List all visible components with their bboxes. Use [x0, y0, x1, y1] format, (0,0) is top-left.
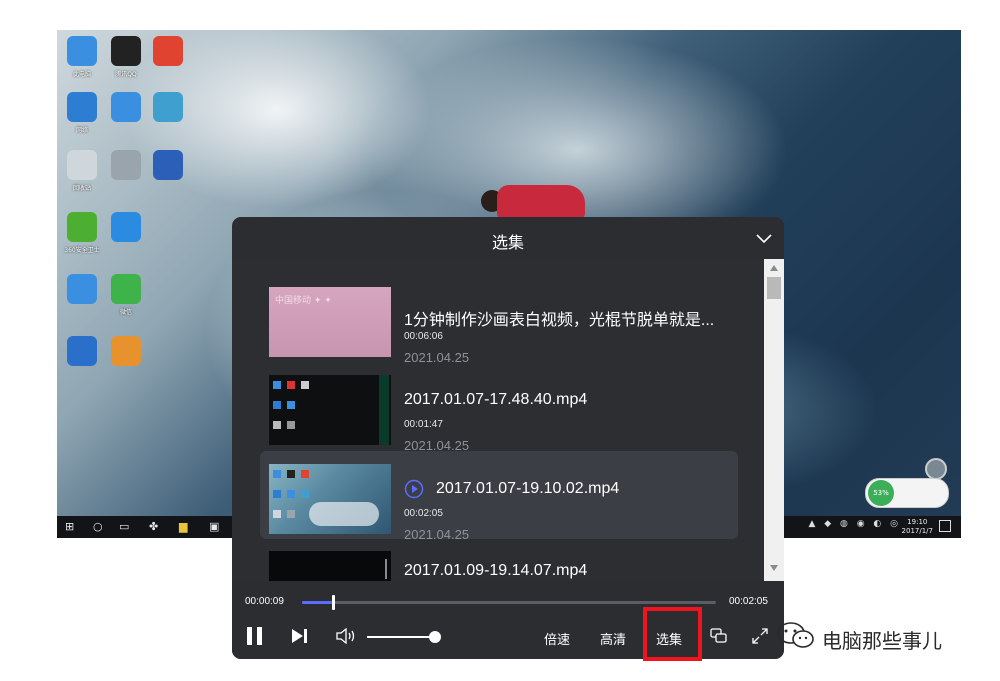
desktop-icon[interactable]: 微信: [104, 274, 148, 316]
desktop-icon[interactable]: 回收站: [60, 150, 104, 192]
pause-icon[interactable]: [246, 627, 264, 645]
desktop-icon-label: 360安全卫士: [64, 247, 100, 254]
desktop-icon[interactable]: 腾讯QQ: [104, 36, 148, 78]
speed-widget: 53%: [865, 478, 949, 508]
seek-bar[interactable]: [302, 595, 716, 610]
system-tray[interactable]: ▲ ◆ ◍ ◉ ◐ ◎: [808, 519, 901, 529]
app-icon: [67, 36, 97, 66]
desktop-icon[interactable]: [146, 150, 190, 183]
scroll-down-arrow-icon[interactable]: [769, 564, 779, 572]
desktop-icon-label: 回收站: [72, 185, 91, 192]
app-icon: [67, 336, 97, 366]
task-view-icon[interactable]: ▭: [119, 520, 129, 533]
episode-duration: 00:01:47: [404, 419, 443, 430]
current-time: 00:00:09: [245, 596, 284, 607]
total-time: 00:02:05: [729, 596, 768, 607]
app-icon: [67, 274, 97, 304]
episode-list[interactable]: 中国移动 ✦ ✦ 1分钟制作沙画表白视频，光棍节脱单就是... 00:06:06…: [232, 259, 784, 581]
fullscreen-icon[interactable]: [752, 628, 768, 644]
episode-title: 2017.01.07-19.10.02.mp4: [436, 480, 620, 497]
episode-thumbnail: 中国移动 ✦ ✦: [269, 287, 391, 357]
volume-slider[interactable]: [367, 631, 441, 643]
desktop-icon[interactable]: [146, 36, 190, 69]
scroll-thumb[interactable]: [767, 277, 781, 299]
chevron-down-icon[interactable]: [756, 232, 772, 244]
windows-start-icon[interactable]: ⊞: [65, 520, 74, 533]
episode-duration: 00:02:05: [404, 508, 443, 519]
speed-button[interactable]: 倍速: [544, 629, 570, 648]
app-icon: [111, 212, 141, 242]
episodes-button-highlight: [643, 607, 702, 661]
desktop-icon-label: 腾讯QQ: [115, 71, 137, 78]
episode-thumbnail: [269, 375, 391, 445]
clock-time: 19:10: [907, 518, 928, 526]
episode-thumbnail: [269, 551, 391, 581]
notification-icon[interactable]: [939, 520, 951, 532]
speed-widget-percent: 53%: [868, 480, 894, 506]
list-scrollbar[interactable]: [764, 259, 784, 581]
quality-button[interactable]: 高清: [600, 629, 626, 648]
episode-thumbnail: [269, 464, 391, 534]
desktop-icon[interactable]: [104, 150, 148, 183]
volume-icon[interactable]: [336, 628, 358, 644]
panel-header: 选集: [232, 217, 784, 259]
thumbnail-text: 中国移动 ✦ ✦: [275, 296, 332, 306]
now-playing-icon: [404, 479, 424, 499]
episode-duration: 00:06:06: [404, 331, 443, 342]
desktop-icon[interactable]: [60, 274, 104, 307]
desktop-icon[interactable]: 此电脑: [60, 36, 104, 78]
search-circle-icon[interactable]: ○: [93, 520, 103, 533]
desktop-icon[interactable]: [104, 336, 148, 369]
taskbar-clock[interactable]: 19:10 2017/1/7: [902, 518, 933, 536]
panel-title: 选集: [491, 233, 524, 252]
episode-title: 1分钟制作沙画表白视频，光棍节脱单就是...: [404, 312, 715, 329]
seek-handle[interactable]: [331, 595, 335, 610]
app-icon: [111, 274, 141, 304]
episode-title: 2017.01.09-19.14.07.mp4: [404, 562, 588, 579]
desktop-icon[interactable]: [146, 92, 190, 125]
volume-handle[interactable]: [429, 631, 441, 643]
desktop-icon[interactable]: [60, 336, 104, 369]
app-icon: [111, 336, 141, 366]
app-icon: [153, 92, 183, 122]
episode-item-3[interactable]: 2017.01.07-19.10.02.mp4 00:02:05 2021.04…: [260, 451, 738, 542]
episode-title: 2017.01.07-17.48.40.mp4: [404, 391, 588, 408]
watermark: 电脑那些事儿: [776, 620, 942, 653]
watermark-text: 电脑那些事儿: [822, 629, 942, 653]
app-icon: [111, 36, 141, 66]
file-explorer-icon[interactable]: ▆: [179, 520, 187, 533]
wechat-icon: [777, 622, 814, 648]
picture-in-picture-icon[interactable]: [710, 628, 728, 644]
clock-date: 2017/1/7: [901, 527, 933, 535]
next-track-icon[interactable]: [292, 629, 308, 643]
widget-fish-icon: [925, 458, 947, 480]
surfer-figure: [497, 185, 585, 219]
episode-item-4[interactable]: 2017.01.09-19.14.07.mp4: [260, 538, 738, 581]
desktop-icon[interactable]: 网络: [60, 92, 104, 134]
desktop-icon[interactable]: 360安全卫士: [60, 212, 104, 254]
store-icon[interactable]: ▣: [209, 520, 219, 533]
app-icon: [111, 92, 141, 122]
app-icon: [67, 92, 97, 122]
app-icon: [111, 150, 141, 180]
desktop-icon[interactable]: [104, 212, 148, 245]
episode-panel: 选集 中国移动 ✦ ✦ 1分钟制作沙画表白视频，光棍节脱单就是... 00:06…: [232, 217, 784, 659]
app-icon: [153, 36, 183, 66]
desktop-icon[interactable]: [104, 92, 148, 125]
app-icon: [67, 150, 97, 180]
desktop-icon-label: 网络: [75, 127, 88, 134]
app-icon: [153, 150, 183, 180]
desktop-icon-label: 此电脑: [72, 71, 91, 78]
episode-item-1[interactable]: 中国移动 ✦ ✦ 1分钟制作沙画表白视频，光棍节脱单就是... 00:06:06…: [260, 274, 738, 365]
episode-item-2[interactable]: 2017.01.07-17.48.40.mp4 00:01:47 2021.04…: [260, 362, 738, 453]
desktop-icon-label: 微信: [119, 309, 132, 316]
app-icon: [67, 212, 97, 242]
seek-progress: [302, 601, 332, 604]
app-fan-icon[interactable]: ✤: [149, 520, 158, 533]
scroll-up-arrow-icon[interactable]: [769, 264, 779, 272]
